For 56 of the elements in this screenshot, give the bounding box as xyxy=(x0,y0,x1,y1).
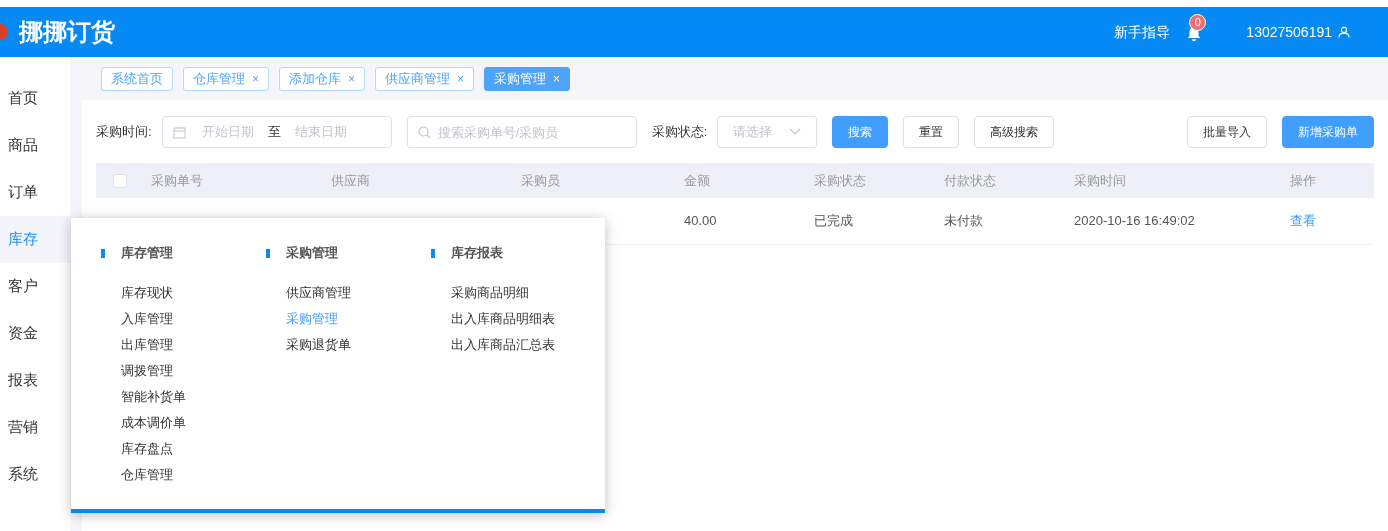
date-range-field[interactable]: 开始日期 至 结束日期 xyxy=(161,116,392,148)
guide-link[interactable]: 新手指导 xyxy=(1114,21,1171,43)
button[interactable]: 高级搜索 xyxy=(974,116,1055,148)
column-header: 采购单号 xyxy=(151,171,204,190)
search-icon xyxy=(417,126,431,139)
chevron-down-icon xyxy=(789,128,802,136)
menu-item[interactable]: 智能补货单 xyxy=(121,384,266,410)
menu-item[interactable]: 出入库商品汇总表 xyxy=(451,332,596,358)
table-cell-text: 未付款 xyxy=(944,212,984,231)
group-marker-icon xyxy=(266,248,270,258)
user-phone[interactable]: 13027506191 xyxy=(1246,21,1332,43)
sidebar-item[interactable]: 系统 xyxy=(0,451,70,498)
button[interactable]: 重置 xyxy=(903,116,960,148)
calendar-icon xyxy=(172,125,186,139)
sidebar-item[interactable]: 商品 xyxy=(0,122,70,169)
menu-group-title: 采购管理 xyxy=(286,244,338,263)
app-logo: 挪挪订货 xyxy=(19,17,115,47)
search-field[interactable]: 搜索采购单号/采购员 xyxy=(406,116,637,148)
menu-item[interactable]: 入库管理 xyxy=(121,306,266,332)
menu-item[interactable]: 采购退货单 xyxy=(286,332,431,358)
group-marker-icon xyxy=(431,248,435,258)
button[interactable]: 批量导入 xyxy=(1187,116,1267,148)
menu-item[interactable]: 仓库管理 xyxy=(121,462,266,488)
notification-badge: 0 xyxy=(1189,14,1207,31)
sidebar-item[interactable]: 资金 xyxy=(0,310,70,357)
menu-item[interactable]: 库存现状 xyxy=(121,280,266,306)
filter-label: 采购时间: xyxy=(96,123,152,142)
column-header: 付款状态 xyxy=(944,171,997,190)
sidebar-item[interactable]: 客户 xyxy=(0,263,70,310)
sidebar-item[interactable]: 报表 xyxy=(0,357,70,404)
sidebar-item[interactable]: 首页 xyxy=(0,75,70,122)
menu-group-title: 库存管理 xyxy=(121,244,173,263)
sidebar-item[interactable]: 订单 xyxy=(0,169,70,216)
menu-item[interactable]: 供应商管理 xyxy=(286,280,431,306)
table-cell-text: 已完成 xyxy=(814,212,854,231)
table-cell-text: 40.00 xyxy=(684,212,718,231)
column-header: 采购员 xyxy=(521,171,561,190)
menu-item[interactable]: 成本调价单 xyxy=(121,410,266,436)
user-icon[interactable] xyxy=(1338,26,1350,38)
column-header: 采购时间 xyxy=(1074,171,1127,190)
menu-item[interactable]: 库存盘点 xyxy=(121,436,266,462)
menu-item[interactable]: 调拨管理 xyxy=(121,358,266,384)
menu-item[interactable]: 采购商品明细 xyxy=(451,280,596,306)
menu-item[interactable]: 出入库商品明细表 xyxy=(451,306,596,332)
filter-label: 采购状态: xyxy=(651,123,708,142)
group-marker-icon xyxy=(101,248,105,258)
checkbox[interactable] xyxy=(113,173,127,188)
column-header: 操作 xyxy=(1290,171,1317,190)
column-header: 金额 xyxy=(684,171,711,190)
bell-icon[interactable] xyxy=(1186,26,1203,42)
menu-item[interactable]: 出库管理 xyxy=(121,332,266,358)
column-header: 采购状态 xyxy=(814,171,867,190)
sidebar-item[interactable]: 营销 xyxy=(0,404,70,451)
menu-group-title: 库存报表 xyxy=(451,244,503,263)
column-header: 供应商 xyxy=(331,171,371,190)
table-cell-text: 2020-10-16 16:49:02 xyxy=(1074,212,1196,231)
